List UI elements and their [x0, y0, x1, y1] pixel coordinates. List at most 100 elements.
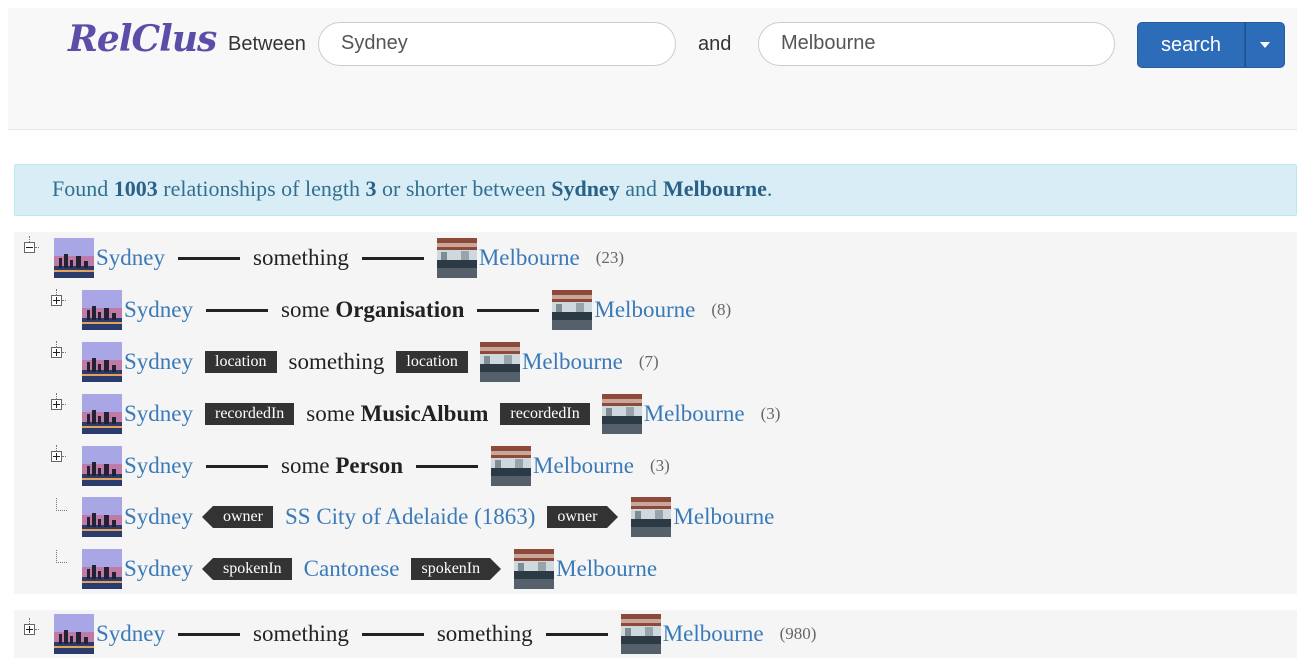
- entity-link-to[interactable]: Melbourne: [673, 504, 774, 530]
- tree-leaf-connector: [56, 498, 67, 511]
- tree-node-root-2: Sydney something something Melbourne (98…: [54, 612, 816, 656]
- relation-tag: recordedIn: [500, 403, 590, 425]
- app-logo[interactable]: RelClus: [68, 18, 217, 60]
- melbourne-thumbnail-icon: [602, 394, 642, 434]
- summary-count: 1003: [113, 176, 158, 201]
- path-count: (3): [760, 404, 781, 423]
- tree-node-root-1: Sydney something Melbourne (23): [54, 236, 624, 280]
- relation-line: [545, 632, 608, 636]
- collapse-toggle-icon[interactable]: [24, 236, 39, 254]
- tree-node-child: Sydney some Person Melbourne (3): [82, 444, 670, 488]
- intermediate-entity-link[interactable]: SS City of Adelaide (1863): [285, 504, 535, 530]
- tree-leaf-connector: [56, 550, 67, 563]
- relation-tag-forward: spokenIn: [411, 558, 501, 580]
- summary-length: 3: [365, 176, 377, 201]
- relation-line: [178, 632, 240, 636]
- intermediate-label: something: [253, 245, 349, 270]
- expand-toggle-icon[interactable]: [24, 618, 39, 636]
- sydney-thumbnail-icon: [82, 342, 122, 382]
- relation-line: [361, 632, 424, 636]
- entity-link-from[interactable]: Sydney: [96, 621, 165, 647]
- tree-node-child: Sydney location something location Melbo…: [82, 340, 659, 384]
- relation-tag: location: [205, 351, 277, 373]
- relationship-tree-group-1: Sydney something Melbourne (23) Sydney s…: [14, 232, 1297, 594]
- caret-down-icon: [1260, 42, 1270, 48]
- entity-link-to[interactable]: Melbourne: [522, 349, 623, 375]
- summary-text: relationships of length: [163, 176, 360, 201]
- relation-line: [206, 308, 268, 312]
- expand-toggle-icon[interactable]: [51, 289, 66, 307]
- melbourne-thumbnail-icon: [621, 614, 661, 654]
- intermediate-label: some MusicAlbum: [306, 401, 489, 426]
- sydney-thumbnail-icon: [82, 497, 122, 537]
- sydney-thumbnail-icon: [82, 446, 122, 486]
- results-summary-alert: Found 1003 relationships of length 3 or …: [14, 164, 1297, 216]
- entity-link-to[interactable]: Melbourne: [533, 453, 634, 479]
- summary-end: .: [766, 176, 773, 201]
- intermediate-label: something: [253, 621, 349, 646]
- relation-tag-inverse: owner: [202, 506, 273, 528]
- sydney-thumbnail-icon: [54, 614, 94, 654]
- intermediate-label: some Organisation: [281, 297, 465, 322]
- melbourne-thumbnail-icon: [437, 238, 477, 278]
- relation-line: [361, 256, 424, 260]
- relation-tag: recordedIn: [205, 403, 295, 425]
- melbourne-thumbnail-icon: [631, 497, 671, 537]
- expand-toggle-icon[interactable]: [51, 393, 66, 411]
- intermediate-label: something: [436, 621, 533, 646]
- tree-node-child: Sydney some Organisation Melbourne (8): [82, 288, 731, 332]
- path-count: (23): [595, 248, 625, 267]
- sydney-thumbnail-icon: [82, 394, 122, 434]
- summary-and: and: [625, 176, 657, 201]
- relationship-tree-group-2: Sydney something something Melbourne (98…: [14, 610, 1297, 658]
- tree-node-child: Sydney recordedIn some MusicAlbum record…: [82, 392, 780, 436]
- entity-link-from[interactable]: Sydney: [124, 401, 193, 427]
- melbourne-thumbnail-icon: [480, 342, 520, 382]
- relation-tag-inverse: spokenIn: [202, 558, 292, 580]
- intermediate-entity-link[interactable]: Cantonese: [304, 556, 400, 582]
- relation-line: [206, 464, 268, 468]
- intermediate-label: something: [288, 349, 385, 374]
- expand-toggle-icon[interactable]: [51, 341, 66, 359]
- path-count: (3): [649, 456, 670, 475]
- summary-prefix: Found: [52, 176, 109, 201]
- entity-link-to[interactable]: Melbourne: [663, 621, 764, 647]
- path-count: (7): [638, 352, 659, 371]
- entity-link-to[interactable]: Melbourne: [644, 401, 745, 427]
- search-button[interactable]: search: [1137, 22, 1245, 68]
- entity-link-to[interactable]: Melbourne: [594, 297, 695, 323]
- entity-link-to[interactable]: Melbourne: [556, 556, 657, 582]
- sydney-thumbnail-icon: [82, 549, 122, 589]
- path-count: (8): [711, 300, 732, 319]
- melbourne-thumbnail-icon: [514, 549, 554, 589]
- path-count: (980): [779, 624, 817, 643]
- intermediate-label: some Person: [281, 453, 404, 478]
- entity-link-from[interactable]: Sydney: [124, 297, 193, 323]
- top-navbar: RelClus Between Sydney and Melbourne sea…: [8, 8, 1297, 130]
- entity-link-from[interactable]: Sydney: [124, 453, 193, 479]
- summary-from: Sydney: [551, 176, 620, 201]
- entity-link-from[interactable]: Sydney: [96, 245, 165, 271]
- summary-text-2: or shorter between: [382, 176, 546, 201]
- entity-link-from[interactable]: Sydney: [124, 504, 193, 530]
- melbourne-thumbnail-icon: [491, 446, 531, 486]
- sydney-thumbnail-icon: [54, 238, 94, 278]
- relation-tag: location: [396, 351, 468, 373]
- and-label: and: [698, 33, 732, 55]
- relation-line: [178, 256, 240, 260]
- melbourne-thumbnail-icon: [552, 290, 592, 330]
- search-options-dropdown[interactable]: [1245, 22, 1285, 68]
- to-entity-input[interactable]: Melbourne: [758, 22, 1115, 66]
- expand-toggle-icon[interactable]: [51, 445, 66, 463]
- from-entity-input[interactable]: Sydney: [318, 22, 676, 66]
- relation-line: [477, 308, 540, 312]
- entity-link-to[interactable]: Melbourne: [479, 245, 580, 271]
- relation-tag-forward: owner: [547, 506, 619, 528]
- relation-line: [416, 464, 479, 468]
- between-label: Between: [228, 33, 306, 55]
- entity-link-from[interactable]: Sydney: [124, 556, 193, 582]
- tree-node-leaf: Sydney owner SS City of Adelaide (1863) …: [82, 495, 774, 539]
- summary-to: Melbourne: [662, 176, 767, 201]
- tree-node-leaf: Sydney spokenIn Cantonese spokenIn Melbo…: [82, 547, 657, 591]
- entity-link-from[interactable]: Sydney: [124, 349, 193, 375]
